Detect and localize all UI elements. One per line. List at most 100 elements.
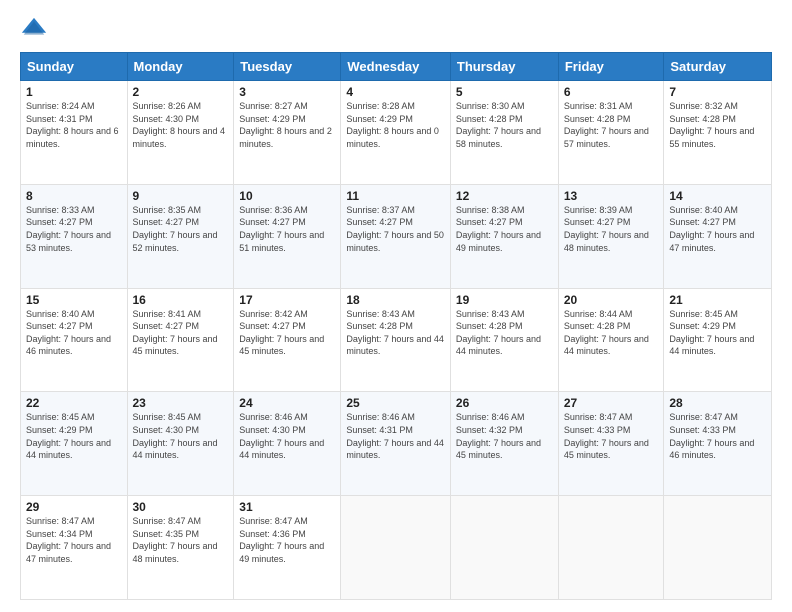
day-number: 8 xyxy=(26,189,122,203)
day-cell: 6 Sunrise: 8:31 AMSunset: 4:28 PMDaylight… xyxy=(558,81,664,185)
week-row-4: 22 Sunrise: 8:45 AMSunset: 4:29 PMDayligh… xyxy=(21,392,772,496)
day-info: Sunrise: 8:46 AMSunset: 4:32 PMDaylight:… xyxy=(456,412,541,460)
header-cell-tuesday: Tuesday xyxy=(234,53,341,81)
day-info: Sunrise: 8:46 AMSunset: 4:30 PMDaylight:… xyxy=(239,412,324,460)
day-number: 27 xyxy=(564,396,659,410)
day-cell: 20 Sunrise: 8:44 AMSunset: 4:28 PMDayligh… xyxy=(558,288,664,392)
day-cell: 19 Sunrise: 8:43 AMSunset: 4:28 PMDayligh… xyxy=(450,288,558,392)
day-cell: 14Sunrise: 8:40 AMSunset: 4:27 PMDayligh… xyxy=(664,184,772,288)
day-info: Sunrise: 8:47 AMSunset: 4:34 PMDaylight:… xyxy=(26,516,111,564)
day-info: Sunrise: 8:24 AMSunset: 4:31 PMDaylight:… xyxy=(26,101,119,149)
day-cell: 27 Sunrise: 8:47 AMSunset: 4:33 PMDayligh… xyxy=(558,392,664,496)
calendar: SundayMondayTuesdayWednesdayThursdayFrid… xyxy=(20,52,772,600)
day-cell: 4 Sunrise: 8:28 AMSunset: 4:29 PMDaylight… xyxy=(341,81,451,185)
week-row-2: 8 Sunrise: 8:33 AMSunset: 4:27 PMDaylight… xyxy=(21,184,772,288)
day-number: 19 xyxy=(456,293,553,307)
day-number: 20 xyxy=(564,293,659,307)
day-cell: 21 Sunrise: 8:45 AMSunset: 4:29 PMDayligh… xyxy=(664,288,772,392)
day-number: 9 xyxy=(133,189,229,203)
day-number: 28 xyxy=(669,396,766,410)
day-info: Sunrise: 8:31 AMSunset: 4:28 PMDaylight:… xyxy=(564,101,649,149)
day-number: 26 xyxy=(456,396,553,410)
day-cell: 30Sunrise: 8:47 AMSunset: 4:35 PMDayligh… xyxy=(127,496,234,600)
week-row-1: 1 Sunrise: 8:24 AMSunset: 4:31 PMDaylight… xyxy=(21,81,772,185)
day-number: 1 xyxy=(26,85,122,99)
day-info: Sunrise: 8:36 AMSunset: 4:27 PMDaylight:… xyxy=(239,205,324,253)
day-number: 25 xyxy=(346,396,445,410)
calendar-header-row: SundayMondayTuesdayWednesdayThursdayFrid… xyxy=(21,53,772,81)
header-cell-wednesday: Wednesday xyxy=(341,53,451,81)
day-cell xyxy=(664,496,772,600)
day-info: Sunrise: 8:47 AMSunset: 4:33 PMDaylight:… xyxy=(564,412,649,460)
day-info: Sunrise: 8:43 AMSunset: 4:28 PMDaylight:… xyxy=(456,309,541,357)
day-cell: 22 Sunrise: 8:45 AMSunset: 4:29 PMDayligh… xyxy=(21,392,128,496)
day-cell: 24 Sunrise: 8:46 AMSunset: 4:30 PMDayligh… xyxy=(234,392,341,496)
day-number: 4 xyxy=(346,85,445,99)
day-number: 17 xyxy=(239,293,335,307)
day-cell: 18Sunrise: 8:43 AMSunset: 4:28 PMDayligh… xyxy=(341,288,451,392)
day-cell xyxy=(558,496,664,600)
day-cell xyxy=(450,496,558,600)
day-number: 31 xyxy=(239,500,335,514)
day-number: 12 xyxy=(456,189,553,203)
header xyxy=(20,16,772,44)
logo xyxy=(20,16,52,44)
day-cell: 3Sunrise: 8:27 AMSunset: 4:29 PMDaylight… xyxy=(234,81,341,185)
day-cell: 31 Sunrise: 8:47 AMSunset: 4:36 PMDayligh… xyxy=(234,496,341,600)
day-info: Sunrise: 8:45 AMSunset: 4:29 PMDaylight:… xyxy=(669,309,754,357)
day-number: 13 xyxy=(564,189,659,203)
page: SundayMondayTuesdayWednesdayThursdayFrid… xyxy=(0,0,792,612)
day-info: Sunrise: 8:28 AMSunset: 4:29 PMDaylight:… xyxy=(346,101,439,149)
day-info: Sunrise: 8:47 AMSunset: 4:36 PMDaylight:… xyxy=(239,516,324,564)
day-cell: 23Sunrise: 8:45 AMSunset: 4:30 PMDayligh… xyxy=(127,392,234,496)
day-cell: 26 Sunrise: 8:46 AMSunset: 4:32 PMDayligh… xyxy=(450,392,558,496)
day-info: Sunrise: 8:42 AMSunset: 4:27 PMDaylight:… xyxy=(239,309,324,357)
header-cell-sunday: Sunday xyxy=(21,53,128,81)
day-info: Sunrise: 8:30 AMSunset: 4:28 PMDaylight:… xyxy=(456,101,541,149)
day-cell: 2Sunrise: 8:26 AMSunset: 4:30 PMDaylight… xyxy=(127,81,234,185)
header-cell-monday: Monday xyxy=(127,53,234,81)
day-cell: 9 Sunrise: 8:35 AMSunset: 4:27 PMDaylight… xyxy=(127,184,234,288)
day-info: Sunrise: 8:47 AMSunset: 4:33 PMDaylight:… xyxy=(669,412,754,460)
day-info: Sunrise: 8:43 AMSunset: 4:28 PMDaylight:… xyxy=(346,309,444,357)
week-row-5: 29 Sunrise: 8:47 AMSunset: 4:34 PMDayligh… xyxy=(21,496,772,600)
day-info: Sunrise: 8:35 AMSunset: 4:27 PMDaylight:… xyxy=(133,205,218,253)
day-info: Sunrise: 8:32 AMSunset: 4:28 PMDaylight:… xyxy=(669,101,754,149)
day-number: 3 xyxy=(239,85,335,99)
day-cell: 28 Sunrise: 8:47 AMSunset: 4:33 PMDayligh… xyxy=(664,392,772,496)
day-info: Sunrise: 8:45 AMSunset: 4:30 PMDaylight:… xyxy=(133,412,218,460)
day-cell: 8 Sunrise: 8:33 AMSunset: 4:27 PMDaylight… xyxy=(21,184,128,288)
day-number: 21 xyxy=(669,293,766,307)
day-cell: 15 Sunrise: 8:40 AMSunset: 4:27 PMDayligh… xyxy=(21,288,128,392)
day-cell: 17 Sunrise: 8:42 AMSunset: 4:27 PMDayligh… xyxy=(234,288,341,392)
day-number: 11 xyxy=(346,189,445,203)
day-number: 30 xyxy=(133,500,229,514)
day-info: Sunrise: 8:45 AMSunset: 4:29 PMDaylight:… xyxy=(26,412,111,460)
header-cell-saturday: Saturday xyxy=(664,53,772,81)
day-cell: 29 Sunrise: 8:47 AMSunset: 4:34 PMDayligh… xyxy=(21,496,128,600)
day-info: Sunrise: 8:33 AMSunset: 4:27 PMDaylight:… xyxy=(26,205,111,253)
logo-icon xyxy=(20,16,48,44)
day-info: Sunrise: 8:40 AMSunset: 4:27 PMDaylight:… xyxy=(26,309,111,357)
day-cell: 1 Sunrise: 8:24 AMSunset: 4:31 PMDaylight… xyxy=(21,81,128,185)
week-row-3: 15 Sunrise: 8:40 AMSunset: 4:27 PMDayligh… xyxy=(21,288,772,392)
day-cell: 11 Sunrise: 8:37 AMSunset: 4:27 PMDayligh… xyxy=(341,184,451,288)
day-number: 24 xyxy=(239,396,335,410)
day-info: Sunrise: 8:37 AMSunset: 4:27 PMDaylight:… xyxy=(346,205,444,253)
day-number: 29 xyxy=(26,500,122,514)
day-cell: 10Sunrise: 8:36 AMSunset: 4:27 PMDayligh… xyxy=(234,184,341,288)
day-number: 15 xyxy=(26,293,122,307)
day-cell: 12Sunrise: 8:38 AMSunset: 4:27 PMDayligh… xyxy=(450,184,558,288)
day-info: Sunrise: 8:46 AMSunset: 4:31 PMDaylight:… xyxy=(346,412,444,460)
day-cell: 7 Sunrise: 8:32 AMSunset: 4:28 PMDaylight… xyxy=(664,81,772,185)
day-number: 7 xyxy=(669,85,766,99)
day-info: Sunrise: 8:44 AMSunset: 4:28 PMDaylight:… xyxy=(564,309,649,357)
calendar-table: SundayMondayTuesdayWednesdayThursdayFrid… xyxy=(20,52,772,600)
day-cell: 5 Sunrise: 8:30 AMSunset: 4:28 PMDaylight… xyxy=(450,81,558,185)
day-number: 16 xyxy=(133,293,229,307)
day-info: Sunrise: 8:41 AMSunset: 4:27 PMDaylight:… xyxy=(133,309,218,357)
day-number: 22 xyxy=(26,396,122,410)
day-number: 14 xyxy=(669,189,766,203)
day-number: 5 xyxy=(456,85,553,99)
day-number: 6 xyxy=(564,85,659,99)
